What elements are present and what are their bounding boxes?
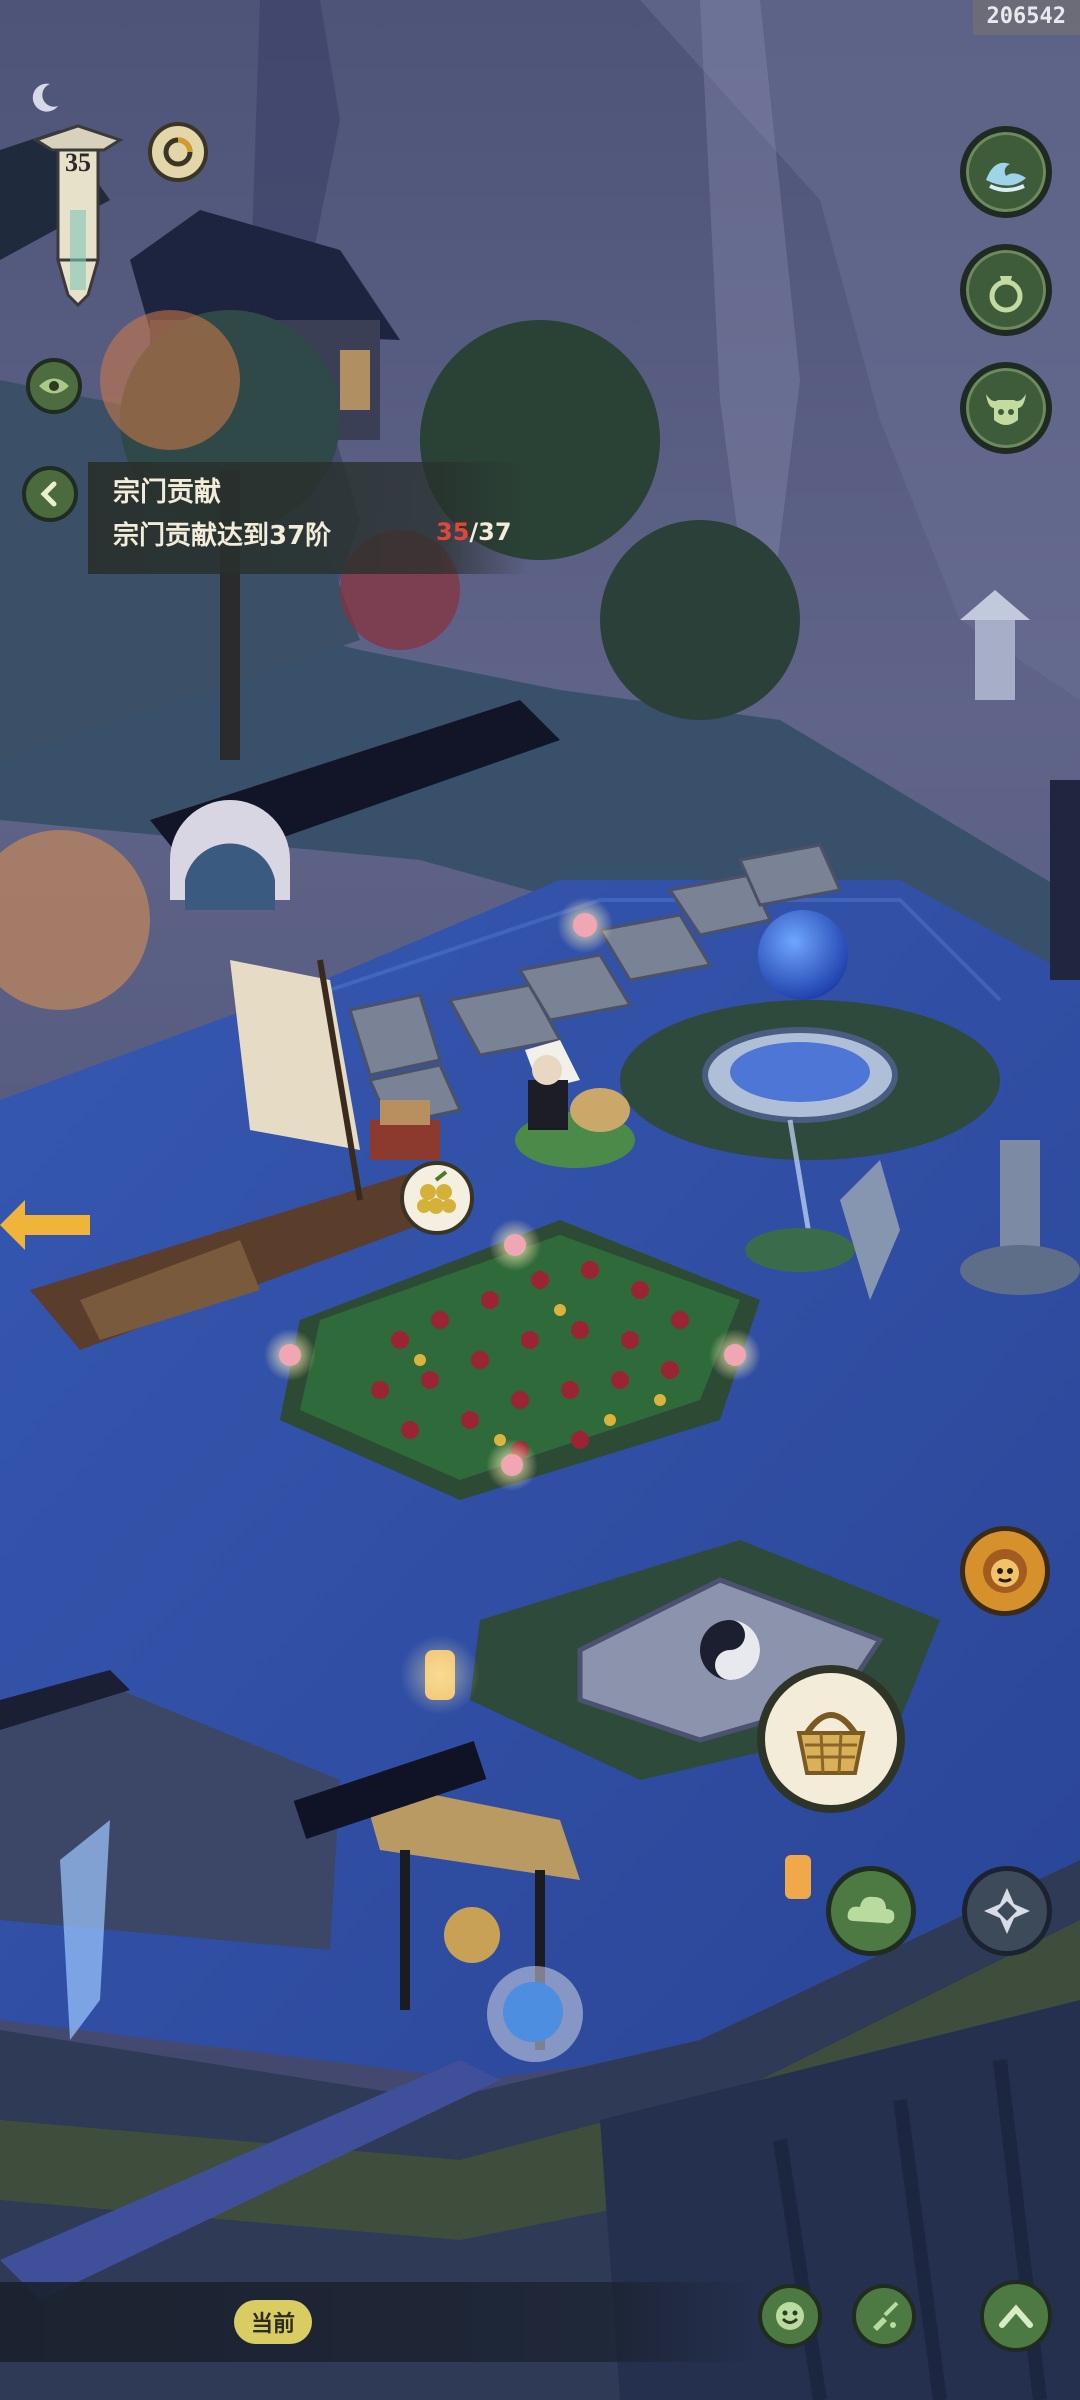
- cloud-icon[interactable]: [826, 1866, 916, 1956]
- moon-icon: [24, 78, 64, 118]
- quest-title: 宗门贡献: [113, 477, 221, 508]
- back-arrow-icon[interactable]: [22, 466, 78, 522]
- ring-icon[interactable]: [148, 122, 208, 182]
- level-number: 35: [65, 148, 91, 177]
- quest-progress-current: 35: [436, 518, 470, 546]
- quest-description: 宗门贡献达到37阶: [113, 521, 332, 551]
- ox-icon[interactable]: [960, 362, 1052, 454]
- compass-icon[interactable]: [962, 1866, 1052, 1956]
- brush-icon[interactable]: [852, 2284, 916, 2348]
- eye-icon[interactable]: [26, 358, 82, 414]
- quest-progress: 35/37: [436, 518, 512, 546]
- lion-mask-icon[interactable]: [960, 1526, 1050, 1616]
- smile-icon[interactable]: [758, 2284, 822, 2348]
- basket-icon[interactable]: [757, 1665, 905, 1813]
- gourd-icon[interactable]: [960, 244, 1052, 336]
- wave-icon[interactable]: [960, 126, 1052, 218]
- game-scene[interactable]: [0, 0, 1080, 2400]
- chevron-up-icon[interactable]: [980, 2280, 1052, 2352]
- current-channel-tag[interactable]: 当前: [234, 2300, 312, 2344]
- bottom-chat-bar[interactable]: [0, 2282, 760, 2362]
- quest-progress-total: /37: [469, 518, 512, 546]
- build-id-label: 206542: [972, 0, 1080, 35]
